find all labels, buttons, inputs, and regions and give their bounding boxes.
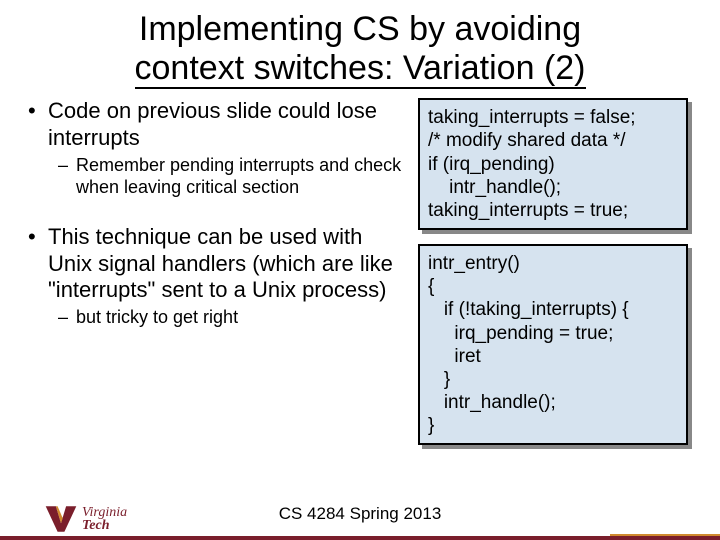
slide-title: Implementing CS by avoiding context swit… — [0, 0, 720, 88]
spacer — [20, 198, 406, 224]
logo-text-top: Virginia — [82, 506, 127, 519]
vt-logo-icon — [44, 504, 78, 534]
title-line-2: context switches: Variation (2) — [135, 49, 586, 89]
logo-text: Virginia Tech — [82, 506, 127, 533]
logo: Virginia Tech — [44, 504, 127, 534]
bullet-1-sub: Remember pending interrupts and check wh… — [20, 155, 406, 198]
slide-body: Code on previous slide could lose interr… — [0, 88, 720, 445]
footer-bar — [0, 536, 720, 540]
slide: Implementing CS by avoiding context swit… — [0, 0, 720, 540]
code-column: taking_interrupts = false; /* modify sha… — [418, 98, 688, 445]
title-line-1: Implementing CS by avoiding — [139, 10, 581, 48]
bullet-column: Code on previous slide could lose interr… — [20, 98, 406, 445]
logo-text-bottom: Tech — [82, 519, 127, 532]
footer-text: CS 4284 Spring 2013 — [279, 504, 442, 524]
bullet-2: This technique can be used with Unix sig… — [20, 224, 406, 303]
code-box-1: taking_interrupts = false; /* modify sha… — [418, 98, 688, 230]
footer: Virginia Tech CS 4284 Spring 2013 — [0, 486, 720, 540]
bullet-2-sub: but tricky to get right — [20, 307, 406, 329]
code-box-2: intr_entry() { if (!taking_interrupts) {… — [418, 244, 688, 445]
bullet-1: Code on previous slide could lose interr… — [20, 98, 406, 151]
